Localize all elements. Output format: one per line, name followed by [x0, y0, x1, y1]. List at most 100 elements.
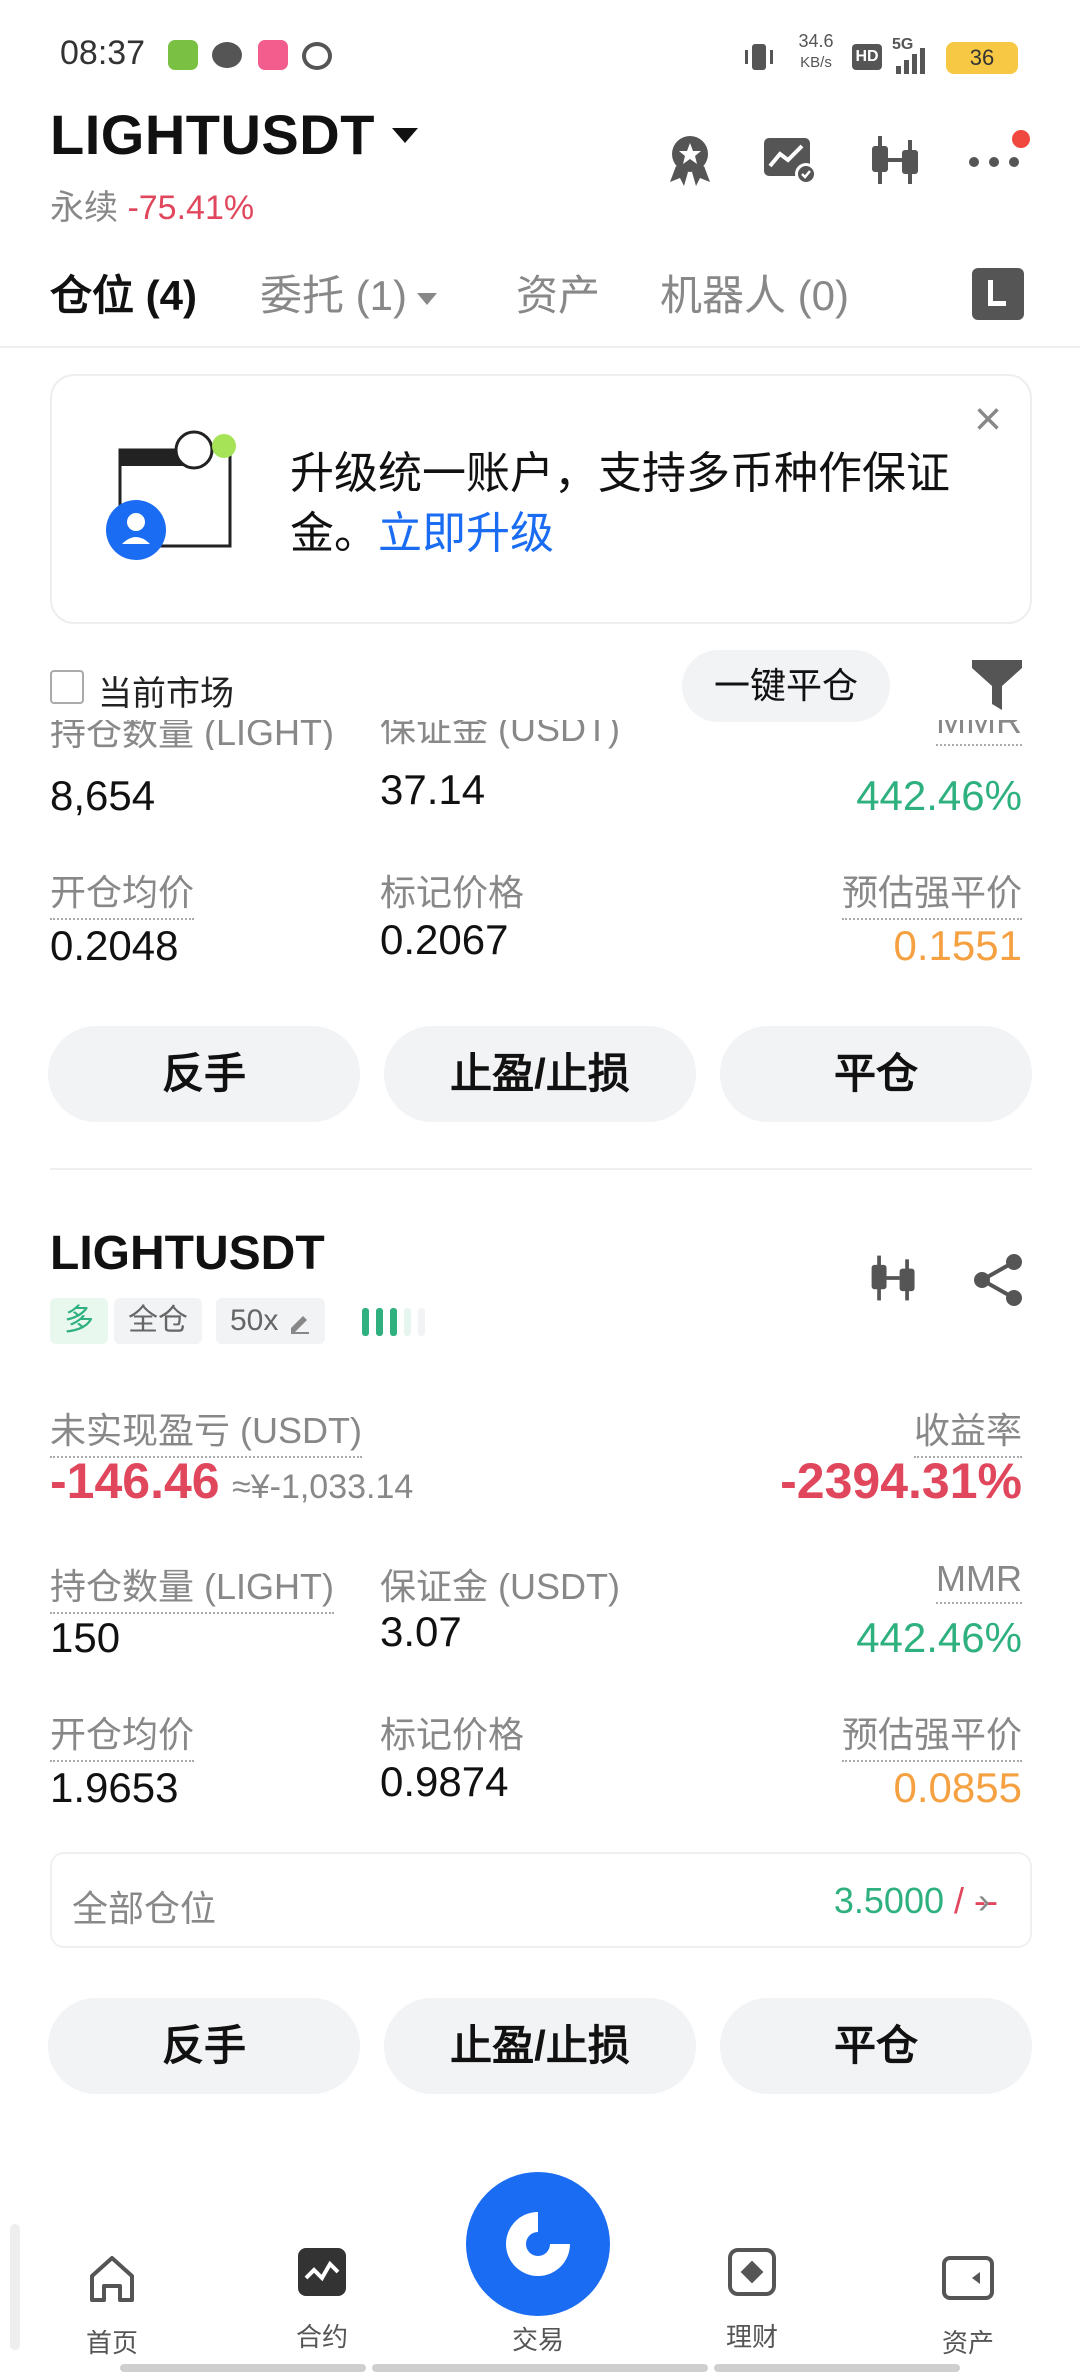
nav-trade-label[interactable]: 交易	[480, 2320, 596, 2357]
all-positions-amount: 3.5000	[833, 1880, 944, 1921]
signal-indicator: 5G	[892, 36, 932, 76]
hd-badge: HD	[852, 44, 882, 70]
position2-mark-label: 标记价格	[380, 1714, 525, 1755]
position1-mmr-label[interactable]: MMR	[936, 720, 1022, 746]
current-market-checkbox[interactable]	[50, 670, 84, 704]
home-indicator	[120, 2364, 366, 2372]
close-all-button[interactable]: 一键平仓	[682, 650, 890, 722]
tab-orders[interactable]: 委托 (1)	[260, 262, 438, 323]
position2-chart-icon[interactable]	[866, 1250, 922, 1306]
position1-reverse-button[interactable]: 反手	[48, 1026, 360, 1122]
tab-bots[interactable]: 机器人 (0)	[660, 262, 849, 323]
upgrade-link[interactable]: 立即升级	[378, 509, 554, 558]
position1-entry: 0.2048	[50, 922, 179, 969]
wallet-icon	[942, 2256, 994, 2300]
nav-home[interactable]: 首页	[42, 2250, 182, 2360]
nav-earn-label: 理财	[725, 2322, 778, 2352]
position2-margin-mode-badge: 全仓	[114, 1298, 202, 1344]
position2-qty: 150	[50, 1614, 121, 1661]
award-icon[interactable]	[660, 130, 720, 190]
banner-text: 升级统一账户，支持多币种作保证金。立即升级	[290, 444, 980, 564]
home-indicator-3	[714, 2364, 960, 2372]
position2-symbol[interactable]: LIGHTUSDT	[50, 1226, 325, 1281]
position2-pnl-label[interactable]: 未实现盈亏 (USDT)	[50, 1402, 362, 1458]
candlestick-icon[interactable]	[866, 130, 926, 190]
close-icon[interactable]: ×	[968, 396, 1008, 444]
battery-indicator: 36	[946, 42, 1018, 74]
current-market-label[interactable]: 当前市场	[98, 666, 234, 715]
position-divider	[50, 1168, 1032, 1170]
share-icon[interactable]	[970, 1252, 1026, 1308]
bilibili-icon	[258, 40, 288, 70]
position1-liq-label[interactable]: 预估强平价	[841, 864, 1022, 920]
nav-home-label: 首页	[85, 2328, 138, 2358]
tab-divider	[0, 346, 1080, 348]
edit-icon	[290, 1316, 309, 1335]
history-doc-icon[interactable]	[972, 268, 1024, 320]
vibrate-icon	[745, 44, 773, 70]
nav-assets[interactable]: 资产	[898, 2250, 1038, 2360]
trade-icon	[506, 2212, 570, 2276]
nav-earn[interactable]: 理财	[682, 2244, 822, 2354]
position2-liq-label[interactable]: 预估强平价	[841, 1706, 1022, 1762]
nav-futures[interactable]: 合约	[252, 2244, 392, 2354]
position1-qty: 8,654	[50, 772, 156, 819]
net-speed-unit: KB/s	[800, 54, 832, 71]
position2-pnl-row: -146.46 ≈¥-1,033.14	[50, 1452, 413, 1510]
filter-icon[interactable]	[970, 656, 1024, 712]
position2-leverage-badge[interactable]: 50x	[216, 1298, 325, 1344]
message-icon	[212, 42, 242, 68]
notification-dot	[1012, 130, 1030, 148]
app-notification-icon	[168, 40, 198, 70]
position1-qty-label[interactable]: 持仓数量 (LIGHT)	[50, 720, 334, 750]
status-time: 08:37	[60, 34, 146, 72]
signal-bars-icon	[896, 48, 925, 74]
scroll-edge-indicator	[10, 2224, 20, 2350]
position1-entry-label[interactable]: 开仓均价	[50, 864, 195, 920]
unified-account-illustration	[106, 430, 236, 560]
position2-mmr: 442.46%	[856, 1614, 1022, 1661]
position2-qty-label[interactable]: 持仓数量 (LIGHT)	[50, 1558, 334, 1614]
symbol-title[interactable]: LIGHTUSDT	[50, 102, 375, 167]
nav-assets-label: 资产	[941, 2328, 994, 2358]
position1-margin-label: 保证金 (USDT)	[380, 720, 620, 749]
position2-tpsl-button[interactable]: 止盈/止损	[384, 1998, 696, 2094]
position2-leverage: 50x	[230, 1304, 279, 1337]
position2-entry: 1.9653	[50, 1764, 179, 1811]
position2-mmr-label[interactable]: MMR	[936, 1558, 1022, 1604]
home-icon	[90, 2256, 134, 2302]
position1-tpsl-button[interactable]: 止盈/止损	[384, 1026, 696, 1122]
position2-close-button[interactable]: 平仓	[720, 1998, 1032, 2094]
tab-positions[interactable]: 仓位 (4)	[50, 262, 197, 323]
tab-orders-label: 委托 (1)	[260, 272, 408, 319]
position2-pnl: -146.46	[50, 1453, 220, 1509]
position2-pnl-cny: ≈¥-1,033.14	[232, 1468, 414, 1506]
position2-mark: 0.9874	[380, 1758, 509, 1805]
position1-margin: 37.14	[380, 766, 486, 813]
net-speed-value: 34.6	[798, 31, 834, 51]
position1-close-button[interactable]: 平仓	[720, 1026, 1032, 1122]
position1-mmr: 442.46%	[856, 772, 1022, 819]
symbol-dropdown-icon[interactable]	[392, 128, 418, 143]
net-speed: 34.6 KB/s	[790, 30, 842, 74]
position2-entry-label[interactable]: 开仓均价	[50, 1706, 195, 1762]
position2-liq: 0.0855	[893, 1764, 1022, 1811]
position1-mark: 0.2067	[380, 916, 509, 963]
app-notification-icon-2	[302, 42, 332, 70]
tab-assets[interactable]: 资产	[516, 262, 600, 323]
chart-alert-icon[interactable]	[760, 130, 820, 190]
contract-type: 永续	[50, 189, 118, 227]
nav-futures-label: 合约	[295, 2322, 348, 2352]
home-indicator-2	[372, 2364, 708, 2372]
position2-margin-label: 保证金 (USDT)	[380, 1566, 620, 1607]
trade-button[interactable]	[466, 2172, 610, 2316]
futures-icon	[298, 2248, 346, 2296]
position2-roe-label[interactable]: 收益率	[913, 1402, 1022, 1458]
position1-liq: 0.1551	[893, 922, 1022, 969]
all-positions-label: 全部仓位	[72, 1888, 217, 1929]
earn-icon	[728, 2248, 776, 2296]
chevron-right-icon: ›	[978, 1880, 990, 1921]
position2-reverse-button[interactable]: 反手	[48, 1998, 360, 2094]
position1-top-labels: 持仓数量 (LIGHT) 保证金 (USDT) MMR	[0, 720, 1080, 750]
price-change: -75.41%	[127, 189, 255, 227]
